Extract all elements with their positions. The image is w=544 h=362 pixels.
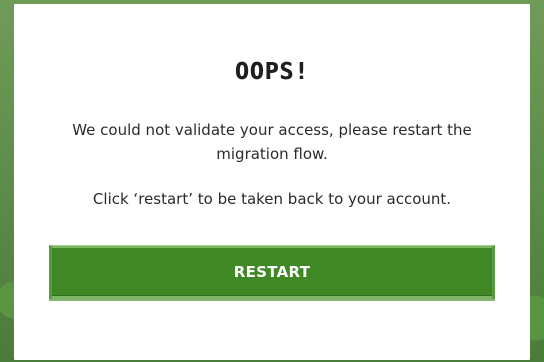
error-message: We could not validate your access, pleas…: [72, 121, 472, 163]
dialog-title: OOPS!: [234, 59, 310, 85]
restart-instruction: Click ‘restart’ to be taken back to your…: [92, 190, 452, 208]
error-dialog: OOPS! We could not validate your access,…: [14, 4, 530, 360]
restart-button[interactable]: RESTART: [49, 245, 495, 299]
